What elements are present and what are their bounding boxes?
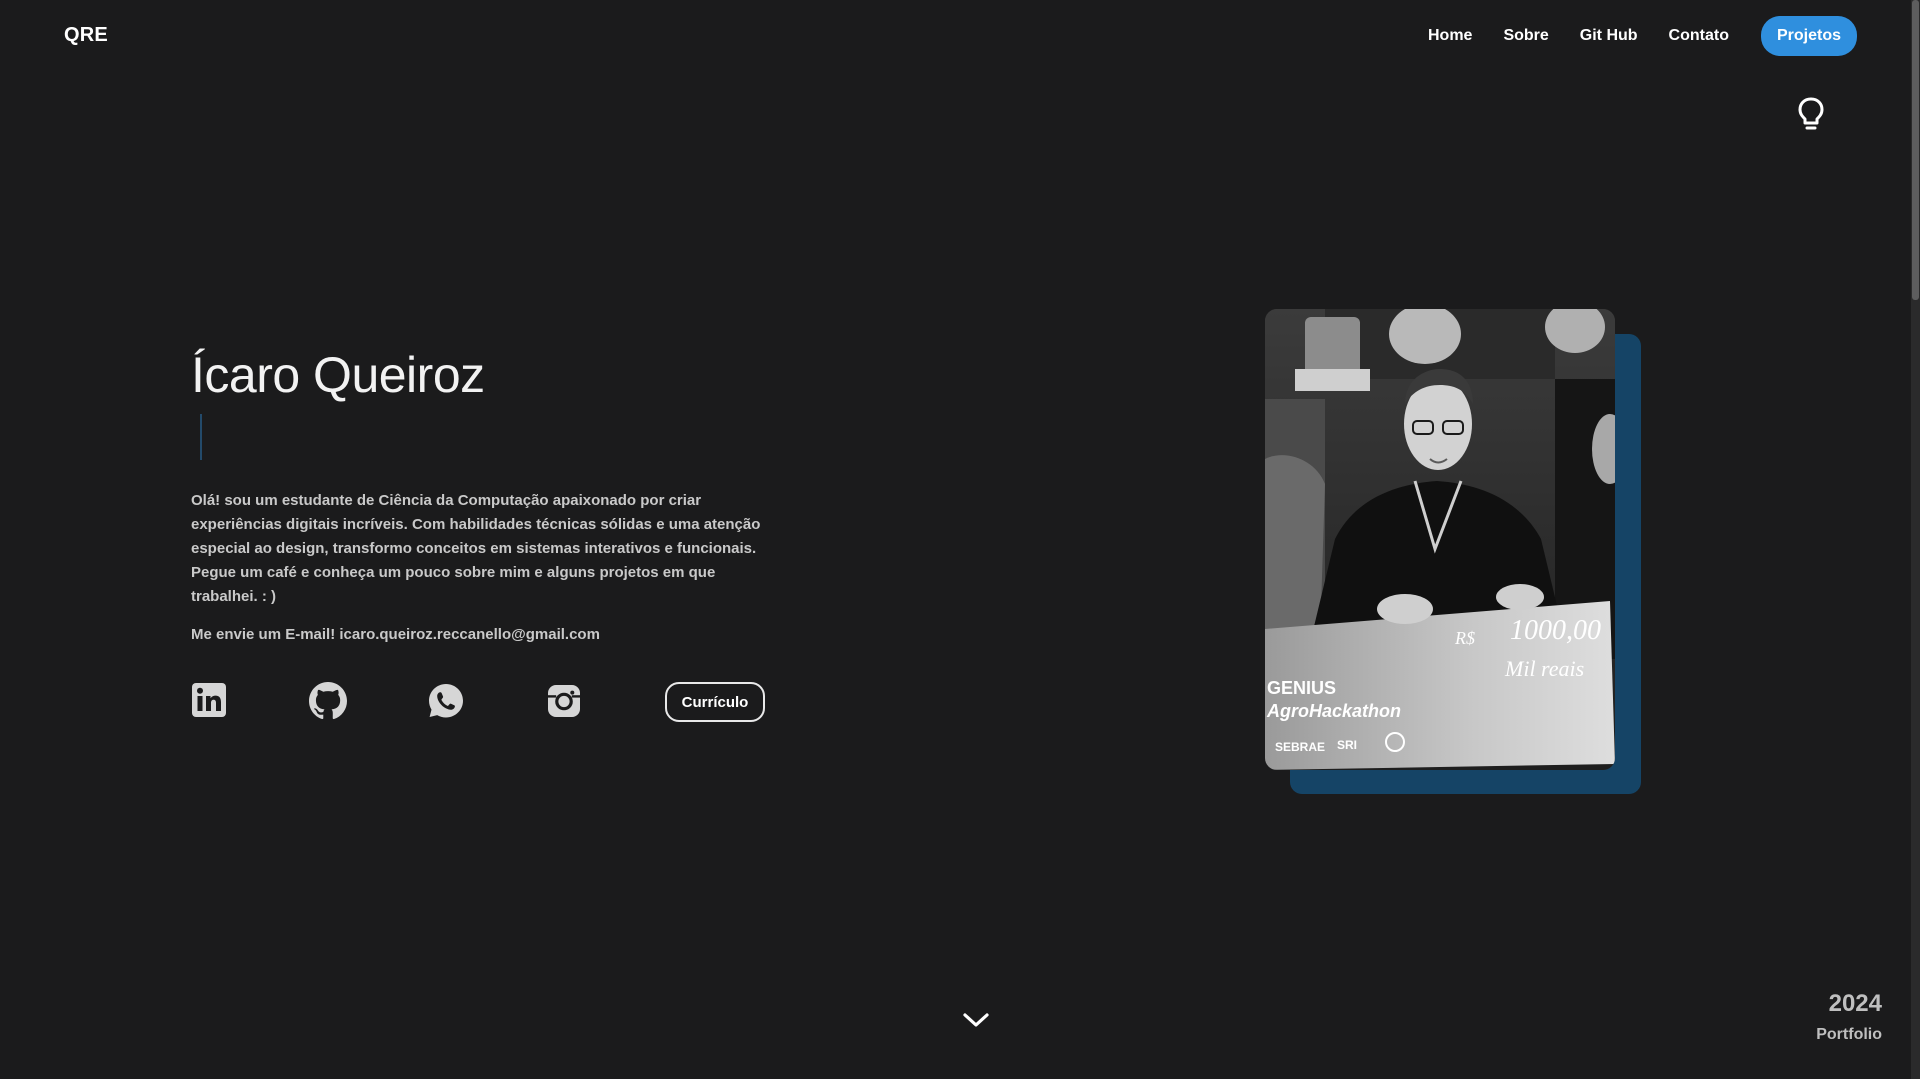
footer-year: 2024 [1828, 990, 1882, 1017]
email-text: Me envie um E-mail! icaro.queiroz.reccan… [191, 626, 600, 643]
nav-contact-link[interactable]: Contato [1669, 27, 1729, 45]
projects-button[interactable]: Projetos [1760, 16, 1857, 56]
instagram-icon[interactable] [545, 682, 583, 720]
main-nav: Home Sobre Git Hub Contato Projetos [1428, 16, 1857, 56]
svg-text:SRI: SRI [1337, 738, 1357, 752]
github-icon[interactable] [309, 682, 347, 720]
svg-text:SEBRAE: SEBRAE [1275, 740, 1325, 754]
accent-divider [200, 414, 202, 460]
svg-text:AgroHackathon: AgroHackathon [1266, 701, 1401, 721]
hero-name: Ícaro Queiroz [191, 347, 485, 403]
lightbulb-icon[interactable] [1796, 96, 1826, 132]
nav-home-link[interactable]: Home [1428, 27, 1472, 45]
svg-text:GENIUS: GENIUS [1267, 678, 1336, 698]
page-scrollbar[interactable] [1911, 0, 1920, 1079]
whatsapp-icon[interactable] [427, 682, 465, 720]
linkedin-icon[interactable] [191, 682, 229, 720]
hero-bio: Olá! sou um estudante de Ciência da Comp… [191, 492, 761, 605]
profile-photo: R$ 1000,00 Mil reais GENIUS AgroHackatho… [1265, 309, 1615, 770]
resume-button[interactable]: Currículo [665, 682, 765, 722]
page: QRE Home Sobre Git Hub Contato Projetos … [0, 0, 1920, 1079]
nav-github-link[interactable]: Git Hub [1580, 27, 1638, 45]
scrollbar-thumb[interactable] [1912, 0, 1919, 300]
svg-text:1000,00: 1000,00 [1510, 615, 1601, 646]
svg-text:R$: R$ [1454, 628, 1475, 648]
nav-about-link[interactable]: Sobre [1503, 27, 1548, 45]
footer-portfolio-label: Portfolio [1816, 1026, 1882, 1043]
site-logo[interactable]: QRE [64, 24, 108, 47]
svg-text:Mil reais: Mil reais [1504, 656, 1584, 681]
chevron-down-icon[interactable] [962, 1010, 990, 1030]
